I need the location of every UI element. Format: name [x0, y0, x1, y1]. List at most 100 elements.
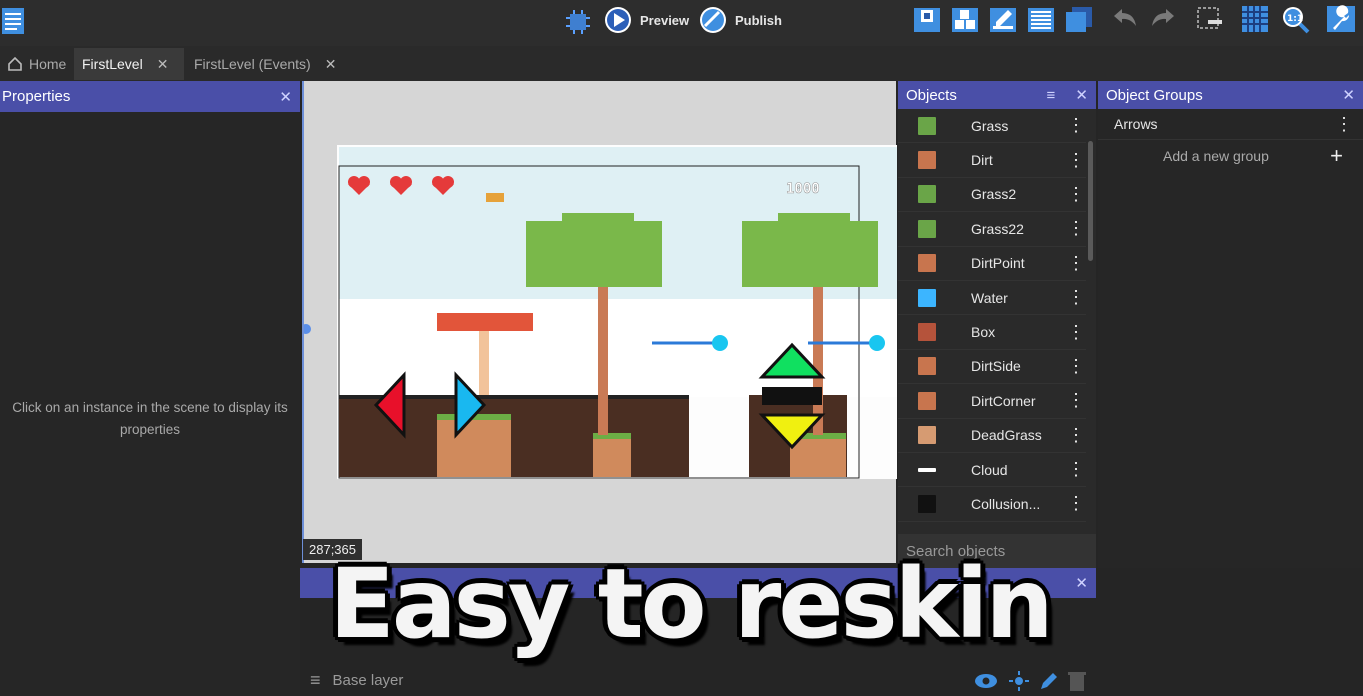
more-menu-icon[interactable]: ⋮ [1066, 356, 1086, 377]
object-thumbnail [918, 357, 936, 376]
drag-handle-icon[interactable]: ≡ [310, 670, 321, 691]
list-item[interactable]: Box ⋮ [898, 315, 1086, 350]
properties-panel-icon[interactable] [988, 4, 1018, 34]
list-item[interactable]: Grass2 ⋮ [898, 178, 1086, 213]
publish-label: Publish [735, 12, 782, 28]
object-groups-header: Object Groups ✕ [1098, 81, 1363, 109]
trash-icon[interactable] [1068, 670, 1086, 692]
object-name: Box [971, 324, 996, 341]
plus-icon: + [1330, 143, 1343, 168]
object-thumbnail [918, 426, 936, 445]
redo-icon[interactable] [1148, 4, 1178, 34]
visibility-eye-icon[interactable] [974, 673, 998, 689]
object-name: Water [971, 289, 1008, 306]
objects-header: Objects ≡ ✕ [898, 81, 1096, 109]
more-menu-icon[interactable]: ⋮ [1066, 493, 1086, 514]
more-menu-icon[interactable]: ⋮ [1066, 425, 1086, 446]
layer-name: Base layer [332, 672, 404, 689]
object-name: DirtCorner [971, 392, 1036, 409]
publish-button[interactable]: Publish [699, 6, 782, 34]
object-thumbnail [918, 494, 936, 513]
object-name: Grass2 [971, 186, 1017, 203]
scene-canvas[interactable]: 1000 [304, 81, 898, 563]
more-menu-icon[interactable]: ⋮ [1066, 322, 1086, 343]
more-menu-icon[interactable]: ⋮ [1066, 150, 1086, 171]
object-name: DirtPoint [971, 255, 1025, 272]
object-name: Dirt [971, 152, 993, 169]
scene-editor[interactable]: 1000 [302, 81, 898, 563]
preview-button[interactable]: Preview [604, 6, 689, 34]
list-item[interactable]: DeadGrass ⋮ [898, 419, 1086, 453]
layer-row[interactable]: ≡ Base layer [300, 665, 1096, 696]
edit-pencil-icon[interactable] [1038, 670, 1060, 692]
list-item[interactable]: Grass22 ⋮ [898, 212, 1086, 247]
objects-panel-icon[interactable] [912, 4, 942, 34]
more-menu-icon[interactable]: ⋮ [1066, 184, 1086, 205]
list-item[interactable]: DirtCorner ⋮ [898, 384, 1086, 419]
debugger-icon[interactable] [563, 7, 593, 37]
object-thumbnail [918, 467, 936, 472]
objects-list: Grass ⋮ Dirt ⋮ Grass2 ⋮ Grass22 ⋮ DirtPoint ⋮… [898, 109, 1086, 534]
publish-globe-icon [700, 7, 726, 33]
more-menu-icon[interactable]: ⋮ [1335, 114, 1353, 135]
object-name: Cloud [971, 461, 1008, 478]
add-group-button[interactable]: Add a new group + [1098, 140, 1363, 172]
object-groups-panel-icon[interactable] [950, 4, 980, 34]
more-menu-icon[interactable]: ⋮ [1066, 218, 1086, 239]
object-thumbnail [918, 254, 936, 273]
lighting-icon[interactable] [1008, 670, 1030, 692]
tab-label: FirstLevel [82, 56, 143, 72]
object-name: Collusion... [971, 495, 1041, 512]
editor-tabs: Home FirstLevel ✕ FirstLevel (Events) ✕ [0, 46, 1363, 81]
list-item[interactable]: Water ⋮ [898, 281, 1086, 316]
objects-scrollbar[interactable] [1088, 141, 1093, 261]
object-thumbnail [918, 323, 936, 342]
object-thumbnail [918, 151, 936, 170]
object-thumbnail [918, 185, 936, 204]
object-groups-panel: Object Groups ✕ Arrows ⋮ Add a new group… [1098, 81, 1363, 568]
play-icon [605, 7, 631, 33]
tab-firstlevel-events[interactable]: FirstLevel (Events) ✕ [186, 48, 344, 80]
object-name: Grass [971, 117, 1009, 134]
object-thumbnail [918, 219, 936, 238]
selection-delete-icon[interactable] [1194, 4, 1224, 34]
list-item[interactable]: Arrows ⋮ [1098, 109, 1363, 140]
more-menu-icon[interactable]: ⋮ [1066, 459, 1086, 480]
close-icon[interactable]: ✕ [279, 88, 292, 106]
close-icon[interactable]: ✕ [1342, 86, 1355, 104]
score-text: 1000 [786, 181, 820, 197]
instances-list-icon[interactable] [1026, 4, 1056, 34]
object-thumbnail [918, 116, 936, 135]
list-item[interactable]: Dirt ⋮ [898, 143, 1086, 178]
list-item[interactable]: Collusion... ⋮ [898, 487, 1086, 522]
more-menu-icon[interactable]: ⋮ [1066, 115, 1086, 136]
zoom-reset-icon[interactable]: 1:1 [1280, 4, 1310, 34]
group-name: Arrows [1114, 116, 1158, 132]
close-tab-icon[interactable]: ✕ [157, 56, 169, 73]
panel-title: Objects [906, 86, 957, 104]
promo-caption: Easy to reskin [329, 548, 1053, 660]
project-manager-icon[interactable] [2, 8, 26, 34]
more-menu-icon[interactable]: ⋮ [1066, 390, 1086, 411]
list-item[interactable]: Cloud ⋮ [898, 453, 1086, 488]
tab-label: FirstLevel (Events) [194, 56, 311, 72]
more-menu-icon[interactable]: ⋮ [1066, 253, 1086, 274]
object-name: DirtSide [971, 358, 1021, 375]
tab-firstlevel[interactable]: FirstLevel ✕ [74, 48, 184, 80]
panel-title: Properties [2, 88, 71, 105]
grid-toggle-icon[interactable] [1240, 4, 1270, 34]
close-icon[interactable]: ✕ [1075, 87, 1088, 104]
layers-panel-icon[interactable] [1064, 4, 1094, 34]
close-tab-icon[interactable]: ✕ [325, 56, 337, 73]
list-item[interactable]: Grass ⋮ [898, 109, 1086, 144]
list-item[interactable]: DirtSide ⋮ [898, 350, 1086, 385]
undo-icon[interactable] [1110, 4, 1140, 34]
tab-home[interactable]: Home [0, 48, 74, 80]
editor-settings-icon[interactable] [1326, 4, 1356, 34]
editor-window: Preview Publish 1:1 Home FirstLevel ✕ Fi… [0, 0, 1363, 696]
properties-panel: Properties ✕ Click on an instance in the… [0, 81, 300, 696]
panel-title: Object Groups [1106, 86, 1203, 104]
filter-icon[interactable]: ≡ [1046, 87, 1055, 104]
more-menu-icon[interactable]: ⋮ [1066, 287, 1086, 308]
list-item[interactable]: DirtPoint ⋮ [898, 247, 1086, 281]
